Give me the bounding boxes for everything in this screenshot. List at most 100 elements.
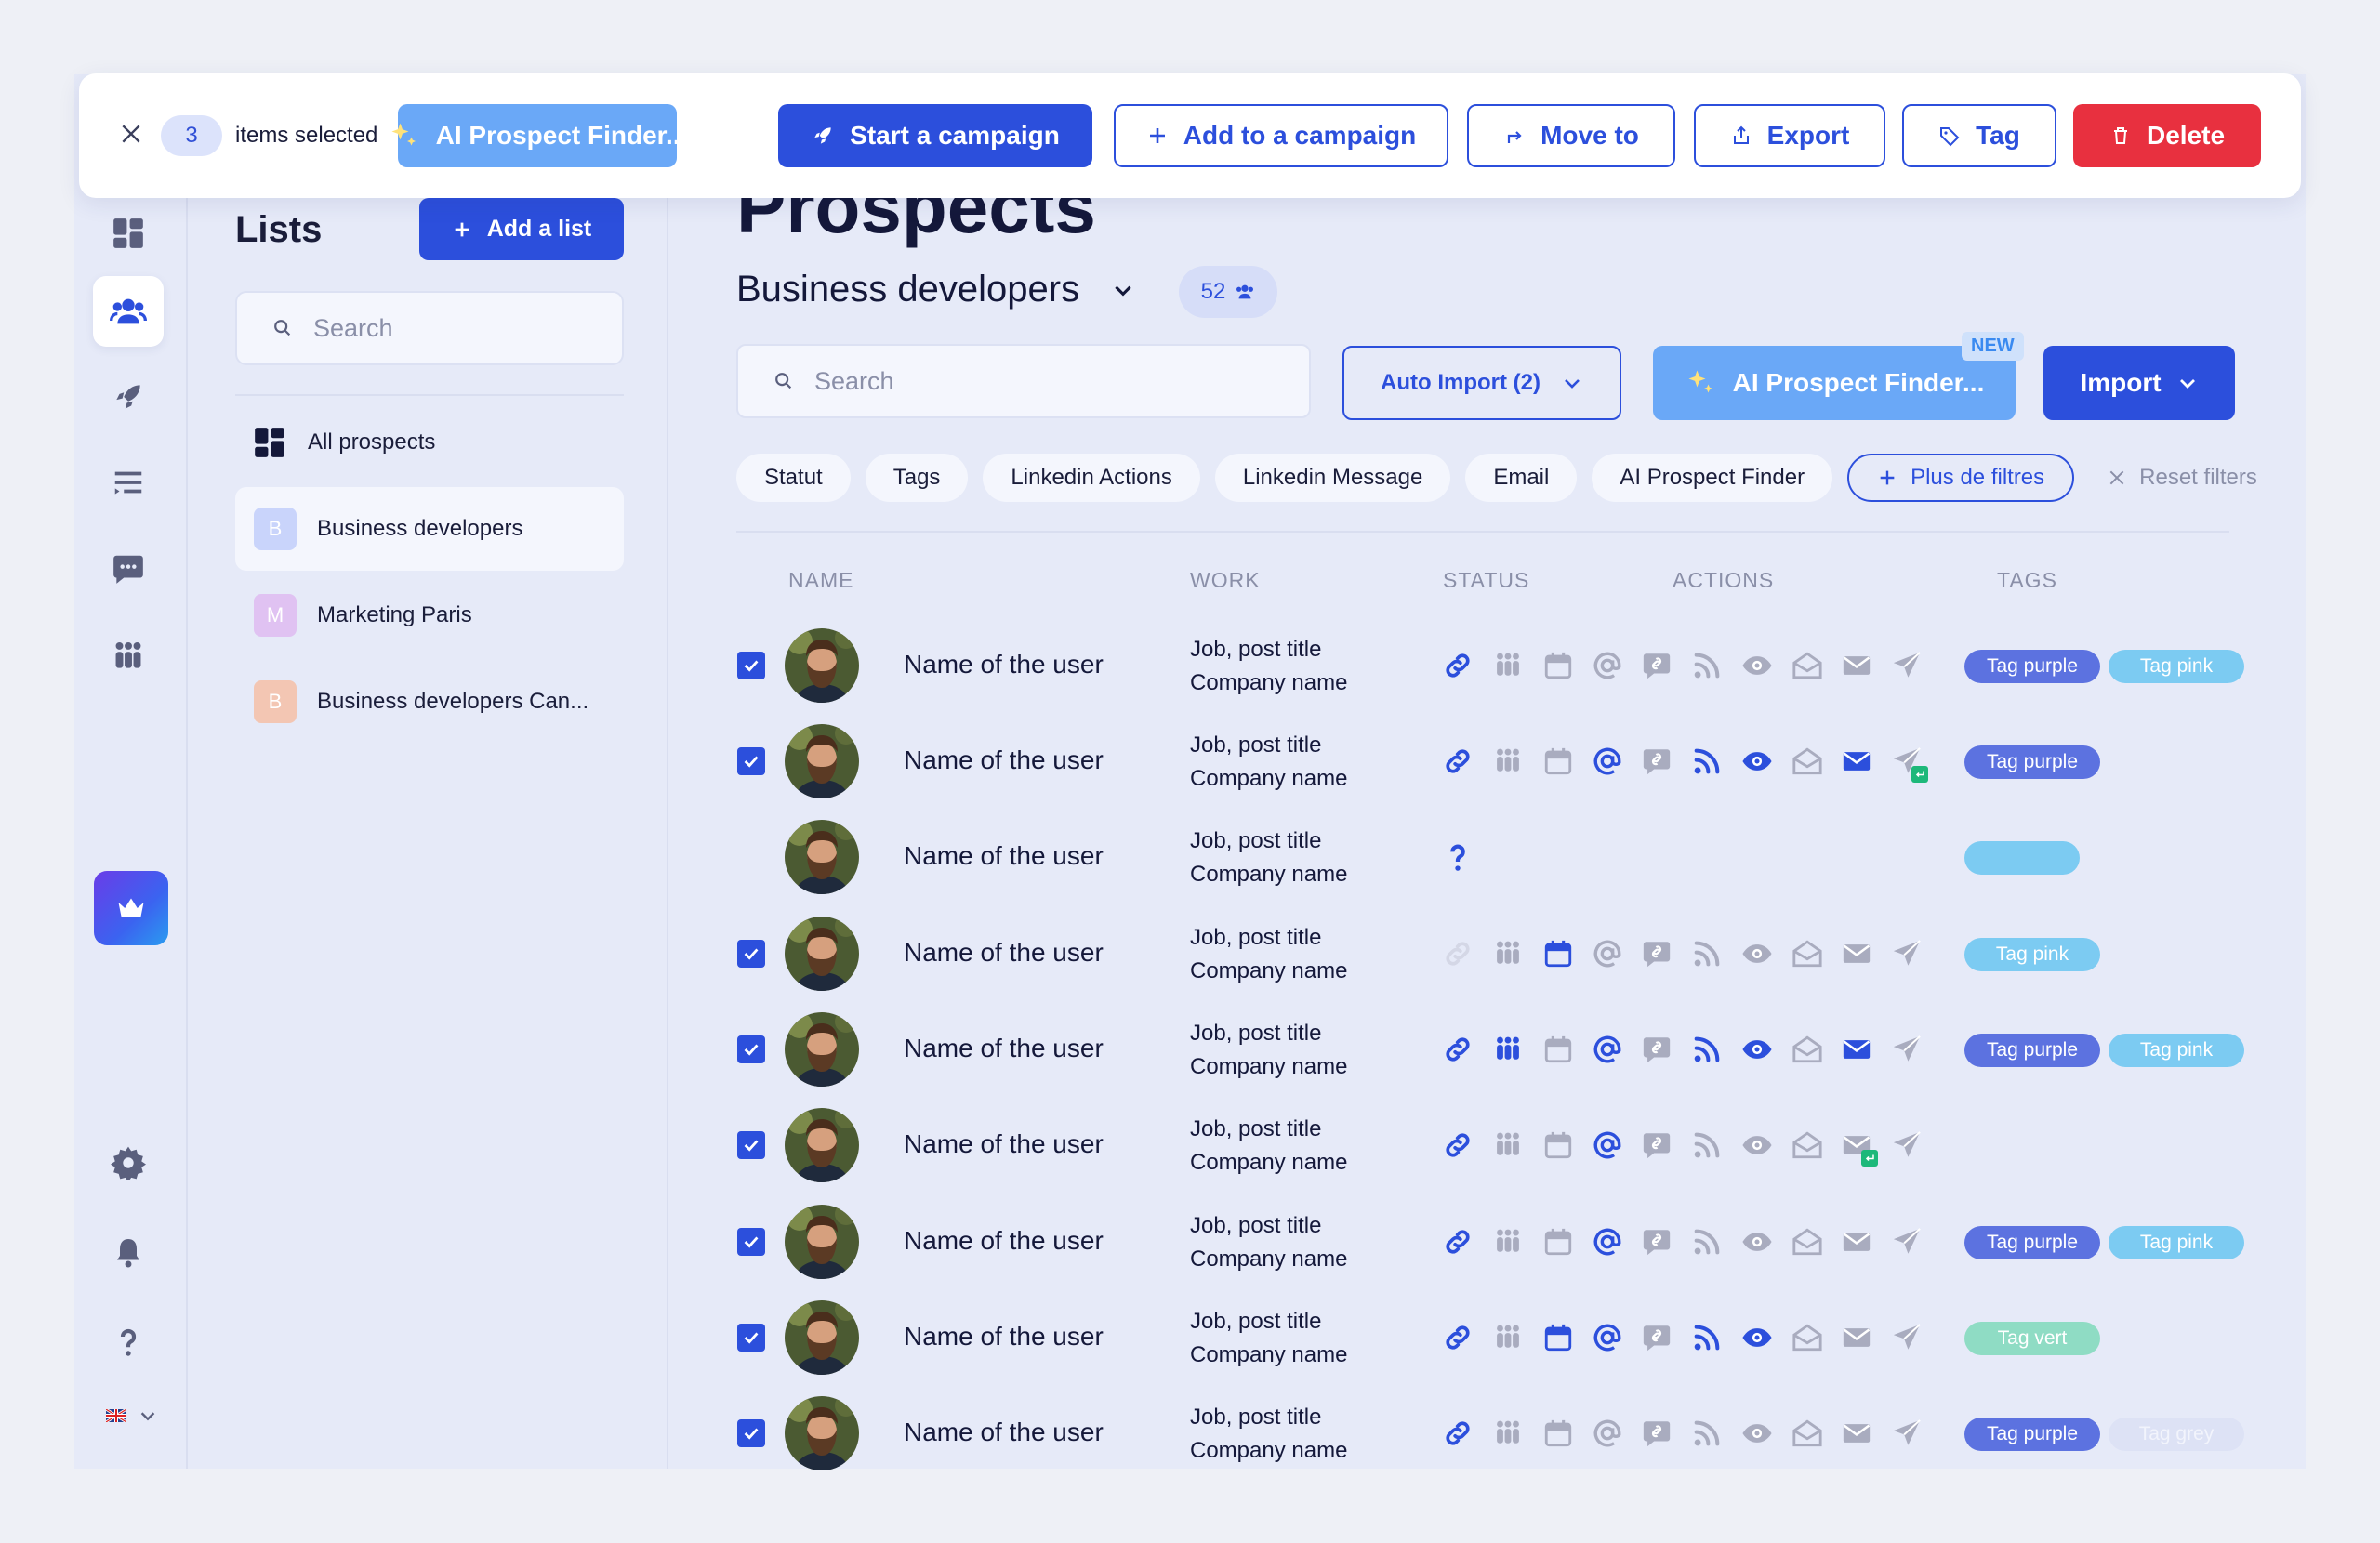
column-header-name[interactable]: NAME <box>788 568 853 593</box>
row-checkbox[interactable] <box>737 1131 765 1159</box>
row-checkbox[interactable] <box>737 1419 765 1447</box>
prospects-search-input[interactable]: Search <box>736 344 1311 418</box>
list-item[interactable]: B Business developers <box>235 487 624 571</box>
import-dropdown-button[interactable]: Import <box>2043 346 2235 420</box>
tag-badge[interactable]: Tag pink <box>2109 1226 2244 1259</box>
row-checkbox[interactable] <box>737 1324 765 1352</box>
filter-ai-prospect-finder[interactable]: AI Prospect Finder <box>1592 454 1833 502</box>
messages-chat-icon[interactable] <box>93 534 164 604</box>
tag-badge[interactable]: Tag purple <box>1964 1034 2100 1067</box>
table-row[interactable]: Name of the user Job, post title Company n… <box>669 1194 2306 1290</box>
team-icon <box>1490 1416 1526 1451</box>
linkedin-message-icon <box>1639 1416 1674 1451</box>
table-row[interactable]: Name of the user Job, post title Company n… <box>669 1386 2306 1482</box>
team-icon[interactable] <box>93 621 164 692</box>
tag-button[interactable]: Tag <box>1902 104 2056 167</box>
chevron-down-icon <box>1115 285 1131 296</box>
user-name[interactable]: Name of the user <box>904 938 1104 968</box>
premium-crown-button[interactable] <box>94 871 168 945</box>
list-item-all-prospects[interactable]: All prospects <box>235 401 624 484</box>
tag-badge[interactable]: Tag vert <box>1964 1322 2100 1355</box>
check-icon <box>744 1236 759 1248</box>
user-name[interactable]: Name of the user <box>904 650 1104 679</box>
table-row[interactable]: Name of the user Job, post title Company n… <box>669 714 2306 810</box>
eye-icon <box>1739 936 1775 971</box>
linkedin-message-icon <box>1639 1320 1674 1355</box>
language-selector[interactable] <box>93 1380 171 1451</box>
tag-badge[interactable]: Tag pink <box>1964 938 2100 971</box>
start-campaign-button[interactable]: Start a campaign <box>778 104 1092 167</box>
tag-badge[interactable] <box>1964 841 2080 875</box>
company-name: Company name <box>1190 958 1348 983</box>
lists-panel: Lists Add a list Search All prospects BB… <box>189 198 668 1469</box>
move-to-button[interactable]: Move to <box>1467 104 1675 167</box>
column-header-work[interactable]: WORK <box>1190 568 1261 593</box>
user-name[interactable]: Name of the user <box>904 745 1104 775</box>
table-row[interactable]: Name of the user Job, post title Company n… <box>669 1002 2306 1098</box>
table-row[interactable]: Name of the user Job, post title Company n… <box>669 618 2306 714</box>
column-header-status[interactable]: STATUS <box>1443 568 1529 593</box>
mail-icon <box>1839 1320 1874 1355</box>
table-row[interactable]: Name of the user Job, post title Company n… <box>669 810 2306 905</box>
row-checkbox[interactable] <box>737 652 765 679</box>
list-item[interactable]: M Marketing Paris <box>235 574 624 657</box>
filter-statut[interactable]: Statut <box>736 454 851 502</box>
tag-badge[interactable]: Tag purple <box>1964 745 2100 779</box>
sidebar-rail <box>74 198 188 1469</box>
campaigns-rocket-icon[interactable] <box>93 362 164 432</box>
tag-badge[interactable]: Tag purple <box>1964 1226 2100 1259</box>
column-header-tags[interactable]: TAGS <box>1997 568 2057 593</box>
notifications-bell-icon[interactable] <box>93 1218 164 1288</box>
add-to-campaign-button[interactable]: Add to a campaign <box>1114 104 1448 167</box>
column-header-actions[interactable]: ACTIONS <box>1673 568 1774 593</box>
user-name[interactable]: Name of the user <box>904 1418 1104 1447</box>
chevron-down-icon <box>1565 379 1580 389</box>
mail-open-icon <box>1790 1224 1825 1259</box>
settings-gear-icon[interactable] <box>93 1128 164 1198</box>
prospects-users-icon[interactable] <box>93 276 164 347</box>
user-name[interactable]: Name of the user <box>904 1322 1104 1352</box>
dashboard-icon[interactable] <box>93 198 164 269</box>
tag-badge[interactable]: Tag pink <box>2109 650 2244 683</box>
tag-badge[interactable]: Tag purple <box>1964 650 2100 683</box>
filter-email[interactable]: Email <box>1465 454 1578 502</box>
at-icon <box>1590 1416 1625 1451</box>
tag-badge[interactable]: Tag pink <box>2109 1034 2244 1067</box>
plus-icon <box>455 222 469 236</box>
tag-badge[interactable]: Tag purple <box>1964 1418 2100 1451</box>
more-filters-button[interactable]: Plus de filtres <box>1847 454 2075 502</box>
table-row[interactable]: Name of the user Job, post title Company n… <box>669 1290 2306 1386</box>
add-list-button[interactable]: Add a list <box>419 198 624 260</box>
sparkles-icon <box>1688 370 1712 393</box>
current-list-selector[interactable]: Business developers <box>736 269 1135 310</box>
clear-selection-icon[interactable] <box>112 118 150 154</box>
filter-tags[interactable]: Tags <box>865 454 969 502</box>
help-question-icon[interactable] <box>93 1307 164 1378</box>
tag-badge[interactable]: Tag grey <box>2109 1418 2244 1451</box>
table-row[interactable]: Name of the user Job, post title Company n… <box>669 1098 2306 1194</box>
table-row[interactable]: Name of the user Job, post title Company n… <box>669 906 2306 1002</box>
export-button[interactable]: Export <box>1694 104 1885 167</box>
row-checkbox[interactable] <box>737 1228 765 1256</box>
lists-search-input[interactable]: Search <box>235 291 624 365</box>
company-name: Company name <box>1190 1342 1348 1367</box>
row-checkbox[interactable] <box>737 940 765 968</box>
filter-linkedin-actions[interactable]: Linkedin Actions <box>983 454 1200 502</box>
row-checkbox[interactable] <box>737 747 765 775</box>
row-checkbox[interactable] <box>737 1035 765 1063</box>
delete-button[interactable]: Delete <box>2073 104 2261 167</box>
company-name: Company name <box>1190 670 1348 695</box>
auto-import-dropdown[interactable]: Auto Import (2) <box>1342 346 1621 420</box>
delete-label: Delete <box>2146 121 2226 150</box>
list-item-label: Business developers Can... <box>317 689 589 714</box>
user-name[interactable]: Name of the user <box>904 841 1104 871</box>
sequences-list-icon[interactable] <box>93 447 164 518</box>
user-name[interactable]: Name of the user <box>904 1034 1104 1063</box>
list-item[interactable]: B Business developers Can... <box>235 660 624 744</box>
chevron-down-icon <box>2179 379 2195 389</box>
reset-filters-button[interactable]: Reset filters <box>2108 465 2257 491</box>
user-name[interactable]: Name of the user <box>904 1226 1104 1256</box>
ai-prospect-finder-button[interactable]: AI Prospect Finder... <box>391 104 687 167</box>
filter-linkedin-message[interactable]: Linkedin Message <box>1214 454 1451 502</box>
user-name[interactable]: Name of the user <box>904 1129 1104 1159</box>
